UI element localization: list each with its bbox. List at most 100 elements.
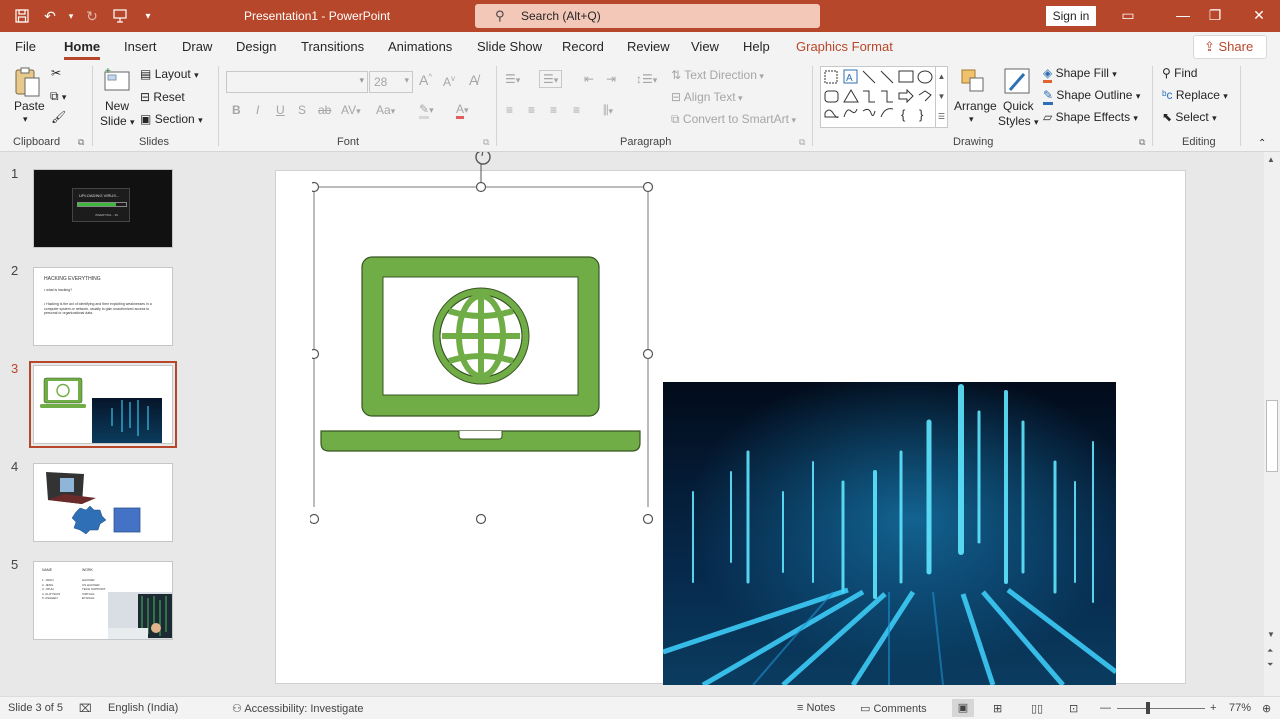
font-name-select[interactable]: ▾ — [226, 71, 368, 93]
slide-thumbnail-3[interactable] — [29, 361, 177, 448]
vertical-scrollbar[interactable]: ▲ ▼ ⏶ ⏷ — [1264, 152, 1280, 696]
shape-outline-button[interactable]: ✎ Shape Outline ▾ — [1043, 88, 1140, 105]
rotate-handle[interactable] — [475, 152, 491, 184]
tab-file[interactable]: File — [15, 39, 36, 54]
copy-icon[interactable]: ⧉ ▾ — [50, 89, 66, 104]
columns-icon[interactable]: ⫼▾ — [603, 103, 613, 118]
notes-button[interactable]: ≡ Notes — [797, 702, 835, 714]
current-slide[interactable] — [275, 152, 1186, 685]
next-slide-icon[interactable]: ⏷ — [1267, 660, 1273, 670]
present-icon[interactable] — [108, 5, 132, 27]
clipboard-launcher-icon[interactable]: ⧉ — [78, 137, 84, 148]
tab-insert[interactable]: Insert — [124, 39, 157, 54]
underline-button[interactable]: U — [276, 103, 285, 117]
character-spacing-button[interactable]: AV▾ — [341, 103, 361, 117]
change-case-button[interactable]: Aa▾ — [376, 103, 395, 117]
customize-qat-icon[interactable]: ▾ — [136, 5, 160, 27]
previous-slide-icon[interactable]: ⏶ — [1267, 646, 1273, 656]
accessibility-button[interactable]: ⚇ Accessibility: Investigate — [232, 702, 364, 715]
paste-dropdown-icon[interactable]: ▾ — [23, 114, 28, 125]
tab-graphics-format[interactable]: Graphics Format — [796, 39, 893, 54]
tab-home[interactable]: Home — [64, 39, 101, 60]
undo-dropdown-icon[interactable]: ▾ — [66, 5, 76, 27]
tab-slide-show[interactable]: Slide Show — [477, 39, 542, 54]
slide-thumbnail-5[interactable]: NAME WORK 1. JOHN 2. JENG 3. JITHU 4. ALOYS… — [33, 561, 173, 640]
cut-icon[interactable]: ✂ — [51, 66, 61, 80]
convert-smartart-button[interactable]: ⧉ Convert to SmartArt ▾ — [671, 112, 796, 127]
collapse-ribbon-icon[interactable]: ⌃ — [1258, 138, 1266, 149]
undo-icon[interactable]: ↶ — [38, 5, 62, 27]
save-icon[interactable] — [10, 5, 34, 27]
slide-thumbnail-4[interactable] — [33, 463, 173, 542]
clear-formatting-icon[interactable]: A̸ — [469, 72, 478, 88]
bold-button[interactable]: B — [232, 103, 241, 117]
text-direction-button[interactable]: ⇅ Text Direction ▾ — [671, 68, 764, 82]
scrollbar-thumb[interactable] — [1266, 400, 1278, 472]
zoom-out-icon[interactable]: — — [1100, 702, 1111, 714]
align-right-icon[interactable]: ≡ — [550, 103, 557, 117]
section-button[interactable]: ▣ Section ▾ — [140, 112, 203, 126]
zoom-level[interactable]: 77% — [1229, 702, 1251, 714]
comments-button[interactable]: ▭ Comments — [860, 702, 927, 715]
tab-view[interactable]: View — [691, 39, 719, 54]
decrease-font-icon[interactable]: Av — [443, 74, 455, 89]
select-button[interactable]: ⬉ Select ▾ — [1162, 110, 1217, 124]
shape-effects-button[interactable]: ▱ Shape Effects ▾ — [1043, 110, 1138, 124]
slide-thumbnail-1[interactable]: UPLOADING VIRUS... INSERTING... 99 — [33, 169, 173, 248]
align-center-icon[interactable]: ≡ — [528, 103, 535, 117]
increase-font-icon[interactable]: A^ — [419, 72, 432, 88]
sign-in-button[interactable]: Sign in — [1046, 6, 1096, 26]
reading-view-icon[interactable]: ▯▯ — [1031, 702, 1043, 715]
reset-button[interactable]: ⊟ Reset — [140, 90, 185, 104]
paragraph-launcher-icon[interactable]: ⧉ — [799, 137, 805, 148]
format-painter-icon[interactable]: 🖌 — [51, 110, 66, 124]
share-button[interactable]: ⇪ Share — [1193, 35, 1267, 59]
quick-styles-button[interactable] — [1002, 66, 1032, 99]
shapes-gallery[interactable]: A { } ▲ ▼ ☰ — [820, 66, 948, 128]
slide-sorter-icon[interactable]: ⊞ — [993, 702, 1002, 715]
replace-button[interactable]: ᵇc Replace ▾ — [1162, 88, 1228, 102]
shadow-button[interactable]: S — [298, 103, 306, 117]
tab-transitions[interactable]: Transitions — [301, 39, 364, 54]
italic-button[interactable]: I — [256, 103, 259, 117]
search-box[interactable]: ⚲ Search (Alt+Q) — [475, 4, 820, 28]
fit-to-window-icon[interactable]: ⊕ — [1262, 702, 1271, 715]
tab-review[interactable]: Review — [627, 39, 670, 54]
tab-animations[interactable]: Animations — [388, 39, 452, 54]
font-color-button[interactable]: A▾ — [456, 102, 469, 119]
paste-button[interactable] — [13, 66, 43, 101]
shape-fill-button[interactable]: ◈ Shape Fill ▾ — [1043, 66, 1117, 83]
decrease-indent-icon[interactable]: ⇤ — [584, 72, 594, 86]
tab-design[interactable]: Design — [236, 39, 276, 54]
align-text-button[interactable]: ⊟ Align Text ▾ — [671, 90, 743, 104]
font-launcher-icon[interactable]: ⧉ — [483, 137, 489, 148]
new-slide-button[interactable]: + — [102, 66, 132, 99]
laptop-globe-icon[interactable] — [312, 152, 662, 507]
tab-draw[interactable]: Draw — [182, 39, 212, 54]
zoom-slider[interactable] — [1117, 708, 1205, 709]
ribbon-display-icon[interactable]: ▭ — [1113, 4, 1143, 26]
find-button[interactable]: ⚲ Find — [1162, 66, 1197, 80]
gallery-scroll[interactable]: ▲ ▼ ☰ — [935, 67, 947, 127]
font-size-select[interactable]: 28 ▾ — [369, 71, 413, 93]
arrange-button[interactable] — [958, 66, 988, 99]
drawing-launcher-icon[interactable]: ⧉ — [1139, 137, 1145, 148]
highlight-color-button[interactable]: ✎▾ — [419, 102, 434, 119]
restore-icon[interactable]: ❐ — [1200, 4, 1230, 26]
redo-icon[interactable]: ↻ — [80, 5, 104, 27]
spell-check-icon[interactable]: ⌧ — [79, 702, 92, 715]
zoom-in-icon[interactable]: + — [1210, 702, 1216, 714]
zoom-slider-thumb[interactable] — [1146, 702, 1150, 714]
tab-record[interactable]: Record — [562, 39, 604, 54]
increase-indent-icon[interactable]: ⇥ — [606, 72, 616, 86]
bottom-resize-handles[interactable] — [310, 511, 654, 527]
normal-view-icon[interactable]: ▣ — [952, 699, 974, 717]
strikethrough-button[interactable]: ab — [318, 103, 331, 117]
justify-icon[interactable]: ≡ — [573, 103, 580, 117]
layout-button[interactable]: ▤ Layout ▾ — [140, 67, 199, 81]
scroll-down-icon[interactable]: ▼ — [1267, 630, 1275, 639]
numbering-icon[interactable]: ☰▾ — [539, 70, 563, 88]
futuristic-light-image[interactable] — [663, 382, 1116, 685]
close-icon[interactable]: ✕ — [1244, 4, 1274, 26]
scroll-up-icon[interactable]: ▲ — [1267, 155, 1275, 164]
